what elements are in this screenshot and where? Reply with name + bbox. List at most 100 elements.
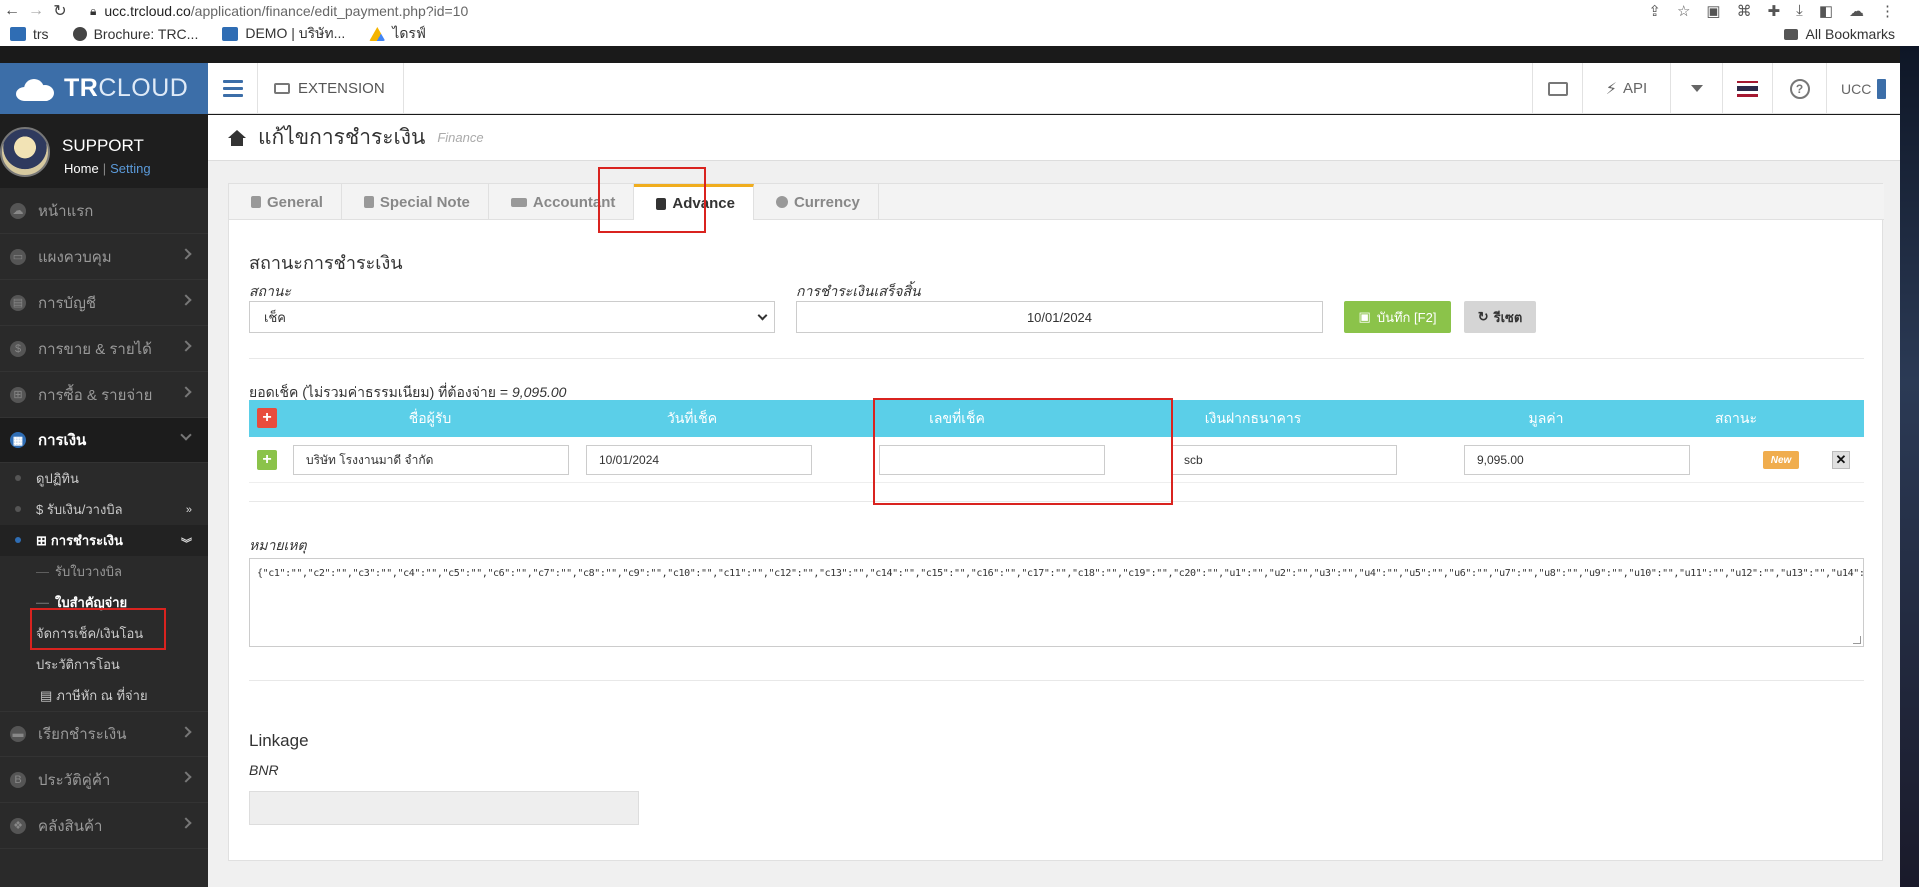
mail-button[interactable] xyxy=(1532,63,1582,114)
api-button[interactable]: ⚡︎ API xyxy=(1582,63,1670,114)
highlight-box xyxy=(598,167,706,233)
language-button[interactable] xyxy=(1722,63,1772,114)
bank-input[interactable]: scb xyxy=(1171,445,1397,475)
forward-icon[interactable]: → xyxy=(24,2,48,20)
chevron-right-icon xyxy=(180,340,192,352)
sidebar-sub-payment[interactable]: ⊞ การชำระเงิน ︾ xyxy=(0,525,208,556)
tab-bar: General Special Note Accountant Advance … xyxy=(229,184,1884,220)
remark-label: หมายเหตุ xyxy=(249,537,307,553)
col-check-date: วันที่เช็ค xyxy=(666,409,718,426)
bnr-label: BNR xyxy=(249,762,279,778)
back-icon[interactable]: ← xyxy=(0,2,24,20)
sidebar-item-sales[interactable]: $ การขาย & รายได้ xyxy=(0,326,208,372)
calendar-icon: ▦ xyxy=(10,432,26,448)
sidebar-sub-withholding[interactable]: ▤ ภาษีหัก ณ ที่จ่าย xyxy=(0,680,208,711)
menu-dots-icon[interactable]: ⋮ xyxy=(1880,2,1895,20)
section-title: สถานะการชำระเงิน xyxy=(249,253,403,273)
sidebar-item-contacts[interactable]: B ประวัติคู่ค้า xyxy=(0,757,208,803)
translate-icon[interactable]: ⌘ xyxy=(1737,2,1752,20)
bookmark-demo[interactable]: DEMO | บริษัท... xyxy=(222,23,345,45)
highlight-box xyxy=(873,398,1173,505)
sidebar-item-finance[interactable]: ▦ การเงิน xyxy=(0,418,208,463)
bookmarks-bar: trs Brochure: TRC... DEMO | บริษัท... ได… xyxy=(0,22,1919,46)
status-badge: New xyxy=(1763,451,1799,469)
sidebar-sub-receive[interactable]: $ รับเงิน/วางบิล» xyxy=(0,494,208,525)
total-amount: 9,095.00 xyxy=(511,384,567,400)
sidebar-item-dashboard[interactable]: ▭ แผงควบคุม xyxy=(0,234,208,280)
tab-currency[interactable]: Currency xyxy=(754,184,879,220)
status-label: สถานะ xyxy=(249,283,291,299)
save-button[interactable]: ▣ บันทึก [F2] xyxy=(1344,301,1451,333)
remark-textarea[interactable]: {"c1":"","c2":"","c3":"","c4":"","c5":""… xyxy=(249,558,1864,647)
sidebar-item-home[interactable]: ☁ หน้าแรก xyxy=(0,188,208,234)
reset-button[interactable]: ↻ รีเซต xyxy=(1464,301,1536,333)
contact-icon: B xyxy=(10,771,26,788)
avatar[interactable] xyxy=(0,127,50,177)
sidebar-sub-transfer-history[interactable]: ประวัติการโอน xyxy=(0,649,208,680)
cloud-icon: ☁ xyxy=(10,202,26,219)
dollar-icon: $ xyxy=(10,340,26,357)
hamburger-menu-icon[interactable] xyxy=(208,62,258,114)
save-icon: ▣ xyxy=(1358,309,1371,324)
reload-icon[interactable]: ↻ xyxy=(48,1,72,21)
download-icon[interactable]: ⤓ xyxy=(1796,2,1803,20)
refresh-icon: ↻ xyxy=(1477,309,1489,324)
sidepanel-icon[interactable]: ◧ xyxy=(1819,2,1833,20)
sidebar-sub-calendar[interactable]: ดูปฏิทิน xyxy=(0,463,208,494)
desktop-edge xyxy=(1900,46,1919,887)
monitor-icon xyxy=(274,82,290,94)
company-switcher[interactable]: UCC xyxy=(1826,63,1900,114)
profile-icon[interactable]: ☁ xyxy=(1849,2,1864,20)
sidebar-item-inventory[interactable]: ❖ คลังสินค้า xyxy=(0,803,208,849)
note-icon xyxy=(363,196,374,208)
bookmark-drive[interactable]: ไดรฟ์ xyxy=(369,23,426,45)
puzzle-icon[interactable]: ✚ xyxy=(1768,2,1781,20)
resize-grip-icon[interactable] xyxy=(1853,636,1861,644)
thai-flag-icon xyxy=(1737,80,1758,97)
document-icon: ▤ xyxy=(40,687,53,703)
share-icon[interactable]: ⇪ xyxy=(1648,2,1661,20)
setting-link[interactable]: Setting xyxy=(110,161,150,176)
tab-special-note[interactable]: Special Note xyxy=(342,184,489,220)
card-icon: ▬ xyxy=(10,726,26,742)
bookmark-icon xyxy=(222,27,239,41)
star-icon[interactable]: ☆ xyxy=(1677,2,1690,20)
extension-icon[interactable]: ▣ xyxy=(1706,2,1720,20)
bookmark-brochure[interactable]: Brochure: TRC... xyxy=(72,26,198,42)
double-chevron-down-icon: ︾ xyxy=(181,538,192,550)
sidebar-sub-billing[interactable]: — รับใบวางบิล xyxy=(0,556,208,587)
payee-input[interactable]: บริษัท โรงงานมาดี จำกัด xyxy=(293,445,569,475)
all-bookmarks[interactable]: All Bookmarks xyxy=(1783,26,1895,42)
home-link[interactable]: Home xyxy=(64,161,99,176)
chevron-right-icon xyxy=(180,817,192,829)
col-payee: ชื่อผู้รับ xyxy=(408,409,452,426)
url-field[interactable]: ucc.trcloud.co/application/finance/edit_… xyxy=(104,3,468,19)
help-button[interactable]: ? xyxy=(1772,63,1826,114)
chevron-right-icon xyxy=(180,386,192,398)
home-icon[interactable] xyxy=(228,129,246,146)
cloud-logo-icon xyxy=(14,77,58,101)
divider xyxy=(249,680,1864,681)
sidebar-item-invoice[interactable]: ▬ เรียกชำระเงิน xyxy=(0,711,208,757)
amount-input[interactable]: 9,095.00 xyxy=(1464,445,1690,475)
status-select[interactable]: เช็ค xyxy=(249,301,775,333)
dropdown-toggle[interactable] xyxy=(1670,63,1722,114)
double-chevron-right-icon: » xyxy=(185,504,192,516)
bnr-input[interactable] xyxy=(249,791,639,825)
completed-date-input[interactable]: 10/01/2024 xyxy=(796,301,1323,333)
extension-button[interactable]: EXTENSION xyxy=(258,62,404,114)
globe-icon xyxy=(72,27,87,41)
bookmark-trs[interactable]: trs xyxy=(10,26,49,42)
sidebar-item-accounting[interactable]: ▤ การบัญชี xyxy=(0,280,208,326)
profile-panel: SUPPORT Home | Setting xyxy=(0,114,208,188)
check-date-input[interactable]: 10/01/2024 xyxy=(586,445,812,475)
app-logo[interactable]: TR CLOUD xyxy=(0,63,208,114)
globe-icon xyxy=(775,196,788,208)
tab-general[interactable]: General xyxy=(229,184,342,220)
add-row-button[interactable]: + xyxy=(257,408,277,428)
delete-row-button[interactable]: ✕ xyxy=(1832,451,1850,469)
add-line-button[interactable]: + xyxy=(257,450,277,470)
drive-icon xyxy=(369,27,386,41)
profile-name: SUPPORT xyxy=(62,136,144,155)
sidebar-item-purchase[interactable]: ⊞ การซื้อ & รายจ่าย xyxy=(0,372,208,418)
